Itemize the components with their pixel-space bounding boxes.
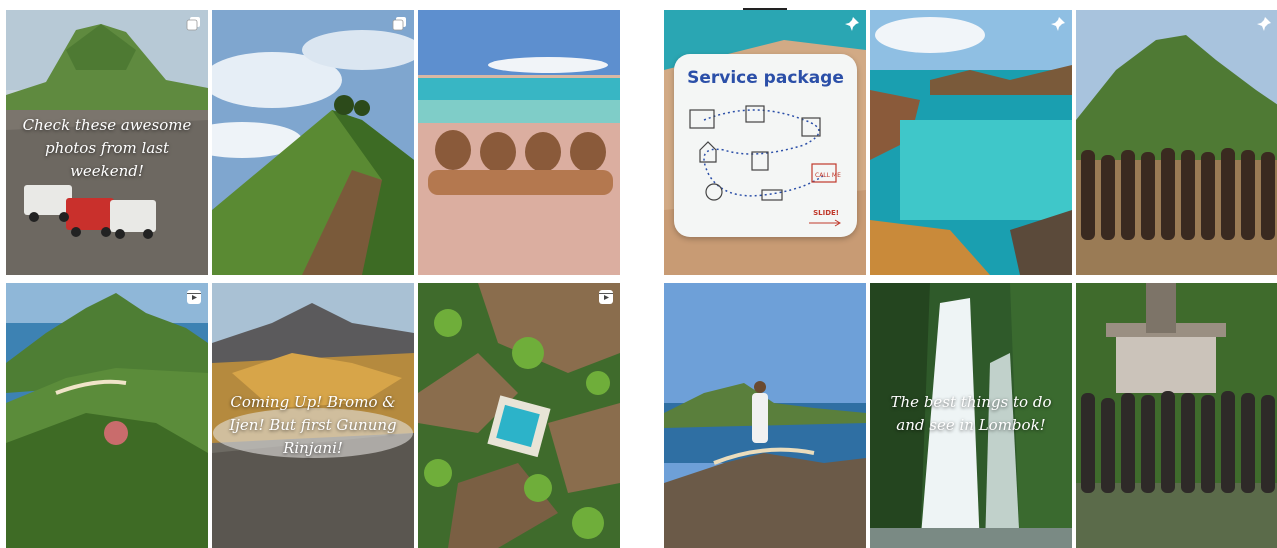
group-temple-photo xyxy=(1076,283,1277,548)
turquoise-bay-photo xyxy=(870,10,1072,275)
pink-beach-friends-photo xyxy=(418,10,620,275)
pin-icon xyxy=(1257,17,1271,31)
post-tile[interactable] xyxy=(1076,283,1277,548)
scooter-icon xyxy=(705,183,723,201)
post-caption: Check these awesome photos from last wee… xyxy=(22,116,192,180)
house-icon xyxy=(699,141,717,163)
post-tile[interactable]: Service package CALL ME SLIDE! xyxy=(664,10,866,275)
post-tile[interactable] xyxy=(418,283,620,548)
resort-pool-aerial-photo xyxy=(418,283,620,548)
post-tile[interactable]: The best things to do and see in Lombok! xyxy=(870,283,1072,548)
slide-hint: SLIDE! xyxy=(813,209,839,217)
reel-icon xyxy=(599,290,613,304)
bed-icon xyxy=(689,109,715,129)
post-tile[interactable] xyxy=(6,283,208,548)
service-package-card: Service package CALL ME SLIDE! xyxy=(674,54,857,237)
post-tile[interactable] xyxy=(870,10,1072,275)
pin-icon xyxy=(1051,17,1065,31)
bag-icon xyxy=(751,151,769,171)
ticket-icon xyxy=(745,105,765,123)
post-tile[interactable] xyxy=(418,10,620,275)
bus-icon xyxy=(801,117,821,137)
post-caption: The best things to do and see in Lombok! xyxy=(890,393,1052,434)
post-tile[interactable] xyxy=(212,10,414,275)
post-tile[interactable]: Coming Up! Bromo & Ijen! But first Gunun… xyxy=(212,283,414,548)
pin-icon xyxy=(845,17,859,31)
ridge-hike-photo xyxy=(212,10,414,275)
viewpoint-hiker-photo xyxy=(664,283,866,548)
route-illustration: CALL ME xyxy=(689,105,841,201)
post-tile[interactable] xyxy=(1076,10,1277,275)
padar-island-photo xyxy=(6,283,208,548)
post-tile[interactable] xyxy=(664,283,866,548)
reel-icon xyxy=(187,290,201,304)
calendar-label: CALL ME xyxy=(815,172,841,179)
post-tile[interactable]: Check these awesome photos from last wee… xyxy=(6,10,208,275)
carousel-icon xyxy=(186,17,200,31)
card-title: Service package xyxy=(687,68,844,88)
arrow-right-icon xyxy=(809,219,841,227)
group-mountain-photo xyxy=(1076,10,1277,275)
post-caption: Coming Up! Bromo & Ijen! But first Gunun… xyxy=(229,393,397,457)
carousel-icon xyxy=(392,17,406,31)
